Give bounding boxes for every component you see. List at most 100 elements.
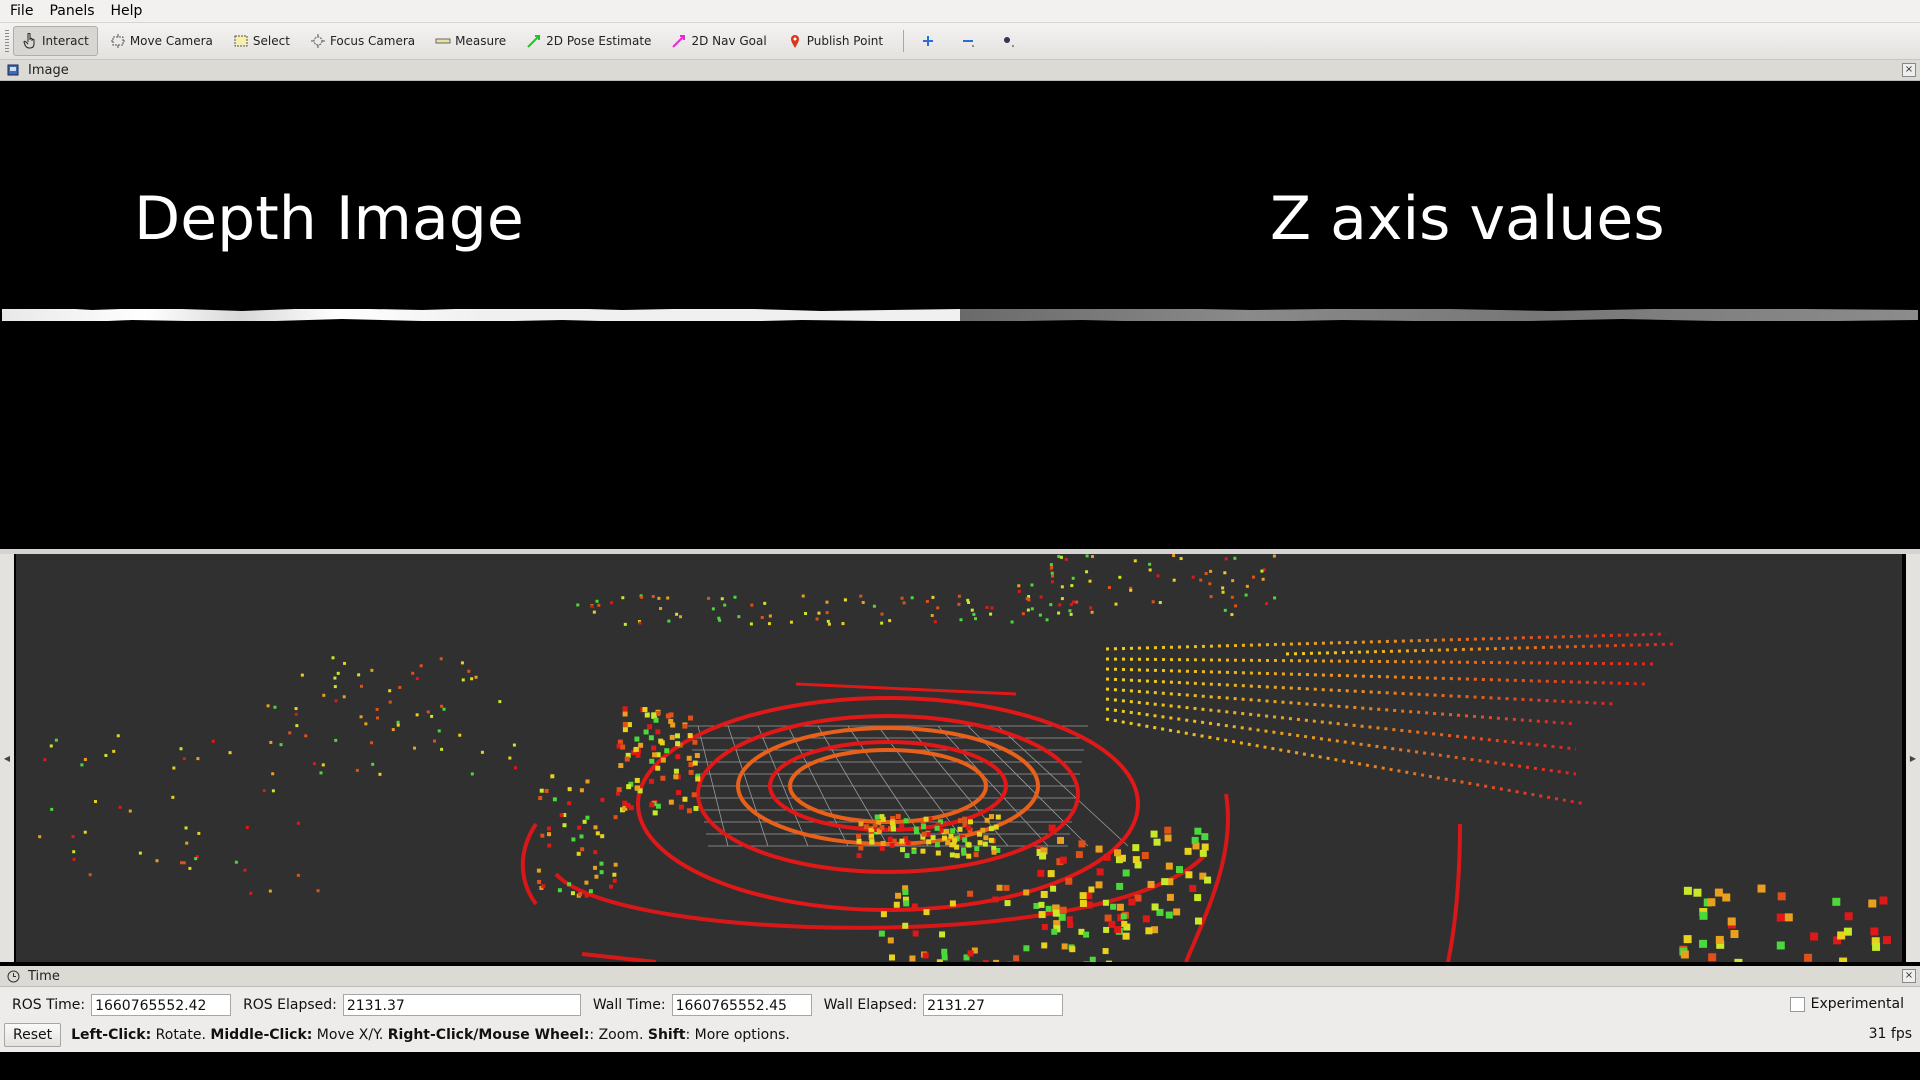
cloud-point xyxy=(588,889,593,894)
cloud-point xyxy=(1699,939,1708,948)
cloud-point xyxy=(440,704,444,708)
menu-file[interactable]: File xyxy=(10,3,33,19)
cloud-point xyxy=(1722,893,1731,902)
cloud-point xyxy=(376,716,380,720)
cloud-point xyxy=(985,605,989,609)
cloud-point xyxy=(1057,836,1065,844)
menu-panels[interactable]: Panels xyxy=(49,3,94,19)
cloud-point xyxy=(880,816,886,822)
z-axis-values-label: Z axis values xyxy=(1270,184,1665,254)
time-panel: Time × ROS Time: 1660765552.42 ROS Elaps… xyxy=(0,966,1920,1052)
tool-2d-nav-goal[interactable]: 2D Nav Goal xyxy=(663,27,774,55)
ros-time-field[interactable]: 1660765552.42 xyxy=(91,994,232,1016)
remove-tool-button[interactable] xyxy=(952,27,988,55)
right-dock-handle[interactable]: ▶ xyxy=(1906,554,1920,962)
cloud-point xyxy=(843,598,847,602)
cloud-point xyxy=(595,599,599,603)
cloud-point xyxy=(433,739,437,743)
cloud-point xyxy=(1839,957,1848,962)
left-dock-handle[interactable]: ◀ xyxy=(0,554,14,962)
cloud-point xyxy=(895,892,902,899)
cloud-point xyxy=(1128,898,1136,906)
move-camera-icon xyxy=(110,33,126,49)
cloud-point xyxy=(442,707,446,711)
cloud-point xyxy=(1201,843,1209,851)
cloud-point xyxy=(1273,596,1277,600)
cloud-point xyxy=(1707,898,1716,907)
cloud-point xyxy=(426,710,430,714)
wall-time-field[interactable]: 1660765552.45 xyxy=(671,994,812,1016)
cloud-point xyxy=(396,720,400,724)
cloud-point xyxy=(599,870,604,875)
cloud-point xyxy=(268,889,272,893)
hint-left-click: Left-Click: xyxy=(71,1027,152,1043)
reset-button[interactable]: Reset xyxy=(4,1023,62,1047)
tool-select[interactable]: Select xyxy=(225,27,298,55)
cloud-point xyxy=(936,606,940,610)
cloud-point xyxy=(537,879,542,884)
tool-publish-point-label: Publish Point xyxy=(806,34,884,48)
add-tool-button[interactable] xyxy=(912,27,948,55)
cloud-point xyxy=(1072,600,1076,604)
cloud-point xyxy=(687,733,693,739)
cloud-point xyxy=(902,922,909,929)
cloud-point xyxy=(331,656,335,660)
cloud-point xyxy=(1107,586,1111,590)
cloud-point xyxy=(319,771,323,775)
cloud-point xyxy=(1085,554,1089,558)
ros-elapsed-field[interactable]: 2131.37 xyxy=(342,994,581,1016)
experimental-checkbox[interactable] xyxy=(1789,996,1805,1012)
cloud-point xyxy=(1013,955,1020,962)
lidar-ray xyxy=(1105,717,1587,806)
cloud-point xyxy=(1096,868,1104,876)
tool-move-camera[interactable]: Move Camera xyxy=(102,27,221,55)
cloud-point xyxy=(804,611,808,615)
cloud-point xyxy=(992,896,999,903)
cloud-point xyxy=(1204,572,1208,576)
depth-image-label: Depth Image xyxy=(134,184,524,254)
cloud-point xyxy=(954,844,960,850)
tool-publish-point[interactable]: Publish Point xyxy=(779,27,891,55)
cloud-point xyxy=(880,840,886,846)
cloud-point xyxy=(322,693,326,697)
camera-type-button[interactable] xyxy=(992,27,1028,55)
tool-2d-pose-estimate[interactable]: 2D Pose Estimate xyxy=(518,27,659,55)
cloud-point xyxy=(989,612,993,616)
tool-focus-camera[interactable]: Focus Camera xyxy=(302,27,423,55)
cloud-point xyxy=(1231,579,1235,583)
hint-zoom: : Zoom. xyxy=(589,1027,648,1043)
menu-help[interactable]: Help xyxy=(111,3,143,19)
cloud-point xyxy=(961,816,967,822)
cloud-point xyxy=(1172,578,1176,582)
cloud-point xyxy=(357,673,361,677)
cloud-point xyxy=(321,763,325,767)
cloud-point xyxy=(622,711,628,717)
cloud-point xyxy=(72,857,76,861)
ruler-icon xyxy=(435,33,451,49)
cloud-point xyxy=(415,677,419,681)
wall-elapsed-field[interactable]: 2131.27 xyxy=(923,994,1064,1016)
cloud-point xyxy=(461,678,465,682)
tool-bar: Interact Move Camera Select Focus Camera… xyxy=(0,23,1920,60)
cloud-point xyxy=(878,930,885,937)
cloud-point xyxy=(1061,943,1068,950)
tool-interact[interactable]: Interact xyxy=(13,26,98,56)
tool-measure[interactable]: Measure xyxy=(427,27,514,55)
experimental-option[interactable]: Experimental xyxy=(1789,996,1904,1012)
3d-render-viewport[interactable] xyxy=(16,554,1902,962)
cloud-point xyxy=(1060,585,1064,589)
tool-2d-pose-estimate-label: 2D Pose Estimate xyxy=(546,34,652,48)
cloud-point xyxy=(1184,847,1192,855)
cloud-point xyxy=(692,760,698,766)
status-hint: Left-Click: Rotate. Middle-Click: Move X… xyxy=(71,1027,790,1043)
time-panel-close-button[interactable]: × xyxy=(1902,969,1916,983)
cloud-point xyxy=(333,685,337,689)
cloud-point xyxy=(413,746,417,750)
toolbar-grip[interactable] xyxy=(5,30,9,52)
cloud-point xyxy=(688,769,694,775)
cloud-point xyxy=(678,804,684,810)
image-panel-close-button[interactable]: × xyxy=(1902,63,1916,77)
cloud-point xyxy=(899,838,905,844)
cloud-point xyxy=(1166,893,1174,901)
clock-icon xyxy=(6,969,20,983)
